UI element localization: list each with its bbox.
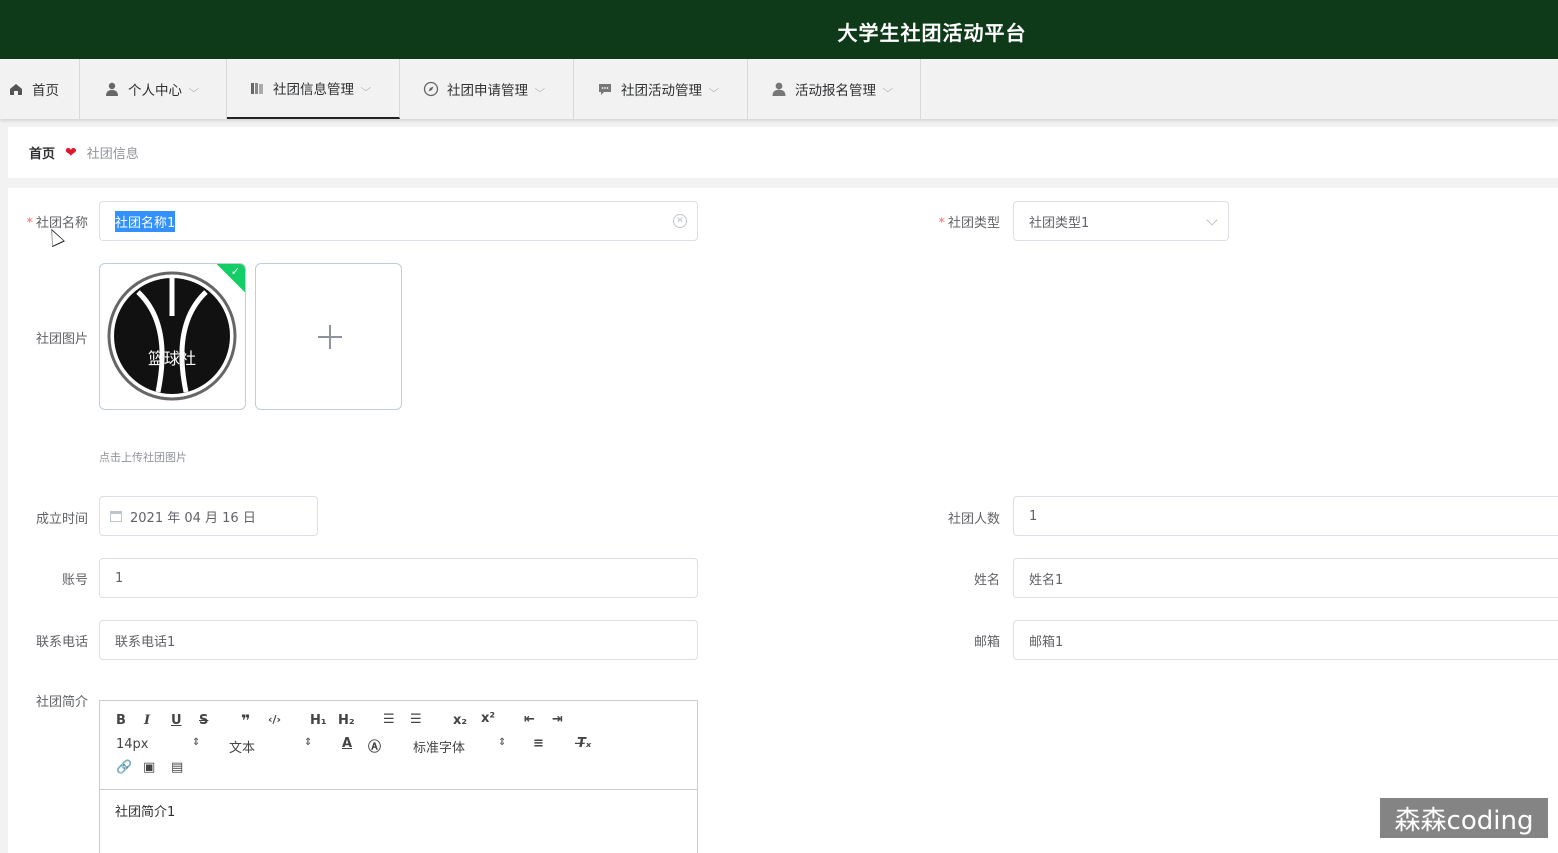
image-icon[interactable]: ▣ [143,760,155,775]
background-color-icon[interactable]: Ⓐ [368,736,381,755]
updown-icon: ⇕ [498,737,507,748]
account-value: 1 [115,570,124,586]
font-family-select[interactable]: 标准字体 [413,737,465,756]
name-label: 姓名 [973,573,1000,588]
image-upload-button[interactable] [255,263,402,410]
intro-label: 社团简介 [35,695,88,710]
superscript-icon[interactable]: x² [481,711,495,726]
nav-item-club-apply[interactable]: 社团申请管理 ⌵ [400,59,574,119]
account-label: 账号 [61,573,88,588]
calendar-icon [110,510,122,522]
clear-format-icon[interactable]: T̶ₓ [577,736,591,751]
club-type-value: 社团类型1 [1029,215,1090,231]
align-icon[interactable]: ≡ [533,736,544,751]
rich-text-editor[interactable]: B I U S ❞ ‹/› H₁ H₂ ☰ ☰ x₂ x² ⇤ ⇥ 14px ⇕… [99,700,698,853]
nav-label-home: 首页 [32,83,59,99]
compass-icon [423,81,439,97]
member-count-input[interactable]: 1 [1013,496,1558,536]
bold-icon[interactable]: B [116,713,126,728]
member-count-value: 1 [1029,508,1038,524]
upload-hint: 点击上传社团图片 [99,451,187,464]
home-icon [8,81,24,97]
heading1-icon[interactable]: H₁ [310,713,327,728]
name-value: 姓名1 [1029,572,1064,588]
club-name-input[interactable]: 社团名称1 ✕ [99,201,698,241]
font-size-select[interactable]: 14px [116,737,149,752]
chevron-down-icon: ⌵ [708,83,720,95]
nav-item-club-activity[interactable]: 社团活动管理 ⌵ [574,59,748,119]
indent-icon[interactable]: ⇥ [552,712,563,727]
form-panel: * 社团名称 社团名称1 ✕ * 社团类型 社团类型1 社团图片 篮球社 ✓ 点击上… [8,188,1558,853]
email-value: 邮箱1 [1029,634,1064,650]
italic-icon[interactable]: I [144,713,150,728]
club-type-label: * 社团类型 [938,216,1000,231]
club-name-value: 社团名称1 [115,210,176,232]
breadcrumb-current: 社团信息 [86,147,139,162]
video-icon[interactable]: ▤ [171,760,183,775]
club-image-label: 社团图片 [35,332,88,347]
club-image-thumbnail[interactable]: 篮球社 ✓ [99,263,246,410]
block-type-select[interactable]: 文本 [229,737,255,756]
nav-item-personal[interactable]: 个人中心 ⌵ [80,59,227,119]
user-solid-icon [771,81,787,97]
watermark: 森森coding [1380,798,1548,838]
bullet-list-icon[interactable]: ☰ [410,712,422,727]
name-input[interactable]: 姓名1 [1013,558,1558,598]
book-icon [249,80,265,96]
editor-content[interactable]: 社团简介1 [115,801,175,820]
strikethrough-icon[interactable]: S [199,713,208,728]
account-input[interactable]: 1 [99,558,698,598]
app-title: 大学生社团活动平台 [837,21,1027,45]
breadcrumb: 首页 ❤ 社团信息 [8,127,1558,178]
chevron-down-icon: ⌵ [882,83,894,95]
code-icon[interactable]: ‹/› [268,713,281,726]
nav-label-club-info: 社团信息管理 [273,82,354,98]
founded-label: 成立时间 [35,512,88,527]
founded-value: 2021 年 04 月 16 日 [130,510,256,526]
phone-value: 联系电话1 [115,634,176,650]
nav-label-personal: 个人中心 [128,83,182,99]
updown-icon: ⇕ [192,737,201,748]
chat-icon [597,81,613,97]
email-label: 邮箱 [973,635,1000,650]
chevron-down-icon: ⌵ [360,82,372,94]
nav-label-club-apply: 社团申请管理 [447,83,528,99]
underline-icon[interactable]: U [171,713,182,728]
chevron-down-icon [1206,214,1218,226]
phone-input[interactable]: 联系电话1 [99,620,698,660]
nav-item-club-info[interactable]: 社团信息管理 ⌵ [227,59,400,119]
nav-label-signup: 活动报名管理 [795,83,876,99]
subscript-icon[interactable]: x₂ [453,713,467,728]
email-input[interactable]: 邮箱1 [1013,620,1558,660]
link-icon[interactable]: 🔗 [116,760,132,775]
phone-label: 联系电话 [35,635,88,650]
clear-icon[interactable]: ✕ [673,214,687,228]
heading2-icon[interactable]: H₂ [338,713,355,728]
user-icon [104,81,120,97]
founded-date-picker[interactable]: 2021 年 04 月 16 日 [99,496,318,536]
chevron-down-icon: ⌵ [188,83,200,95]
heart-icon: ❤ [65,144,77,161]
chevron-down-icon: ⌵ [534,83,546,95]
nav-item-signup[interactable]: 活动报名管理 ⌵ [748,59,921,119]
blockquote-icon[interactable]: ❞ [241,711,250,730]
logo-text: 篮球社 [148,349,196,368]
top-bar: 大学生社团活动平台 [0,0,1558,59]
updown-icon: ⇕ [304,737,313,748]
breadcrumb-home[interactable]: 首页 [29,143,55,162]
club-type-select[interactable]: 社团类型1 [1013,201,1229,241]
ordered-list-icon[interactable]: ☰ [383,712,395,727]
nav-item-home[interactable]: 首页 [0,59,80,119]
member-count-label: 社团人数 [947,512,1000,527]
basketball-logo-image: 篮球社 [107,271,237,401]
check-icon: ✓ [230,265,240,278]
editor-toolbar: B I U S ❞ ‹/› H₁ H₂ ☰ ☰ x₂ x² ⇤ ⇥ 14px ⇕… [100,701,697,790]
main-nav: 首页 个人中心 ⌵ 社团信息管理 ⌵ 社团申请管理 ⌵ 社团活动管理 ⌵ 活动报… [0,59,1558,119]
outdent-icon[interactable]: ⇤ [524,712,535,727]
font-color-icon[interactable]: A [342,736,352,751]
nav-label-club-activity: 社团活动管理 [621,83,702,99]
